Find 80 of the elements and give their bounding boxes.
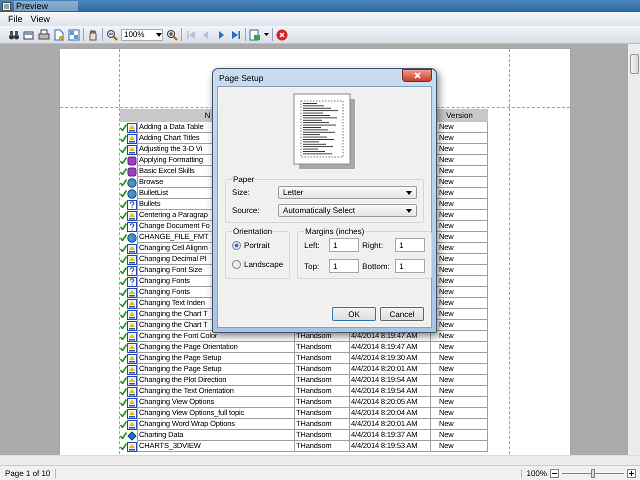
globe-icon bbox=[127, 232, 137, 242]
margin-input[interactable]: 1 bbox=[329, 259, 360, 273]
zoom-level: 100% bbox=[526, 468, 547, 478]
caret-icon bbox=[156, 32, 162, 36]
chart-icon bbox=[127, 320, 137, 330]
caret-icon[interactable] bbox=[264, 33, 269, 36]
size-dropdown[interactable]: Letter bbox=[278, 186, 417, 199]
chart-icon bbox=[127, 364, 137, 374]
export-icon[interactable] bbox=[249, 28, 261, 40]
chart-icon bbox=[127, 354, 137, 364]
chart-icon bbox=[127, 342, 137, 352]
chart-icon bbox=[127, 254, 137, 264]
group-title: Margins (inches) bbox=[304, 227, 366, 236]
globe-icon bbox=[127, 188, 137, 198]
horizontal-scrollbar[interactable] bbox=[0, 455, 640, 465]
chart-icon bbox=[127, 134, 137, 144]
radio-label[interactable]: Portrait bbox=[244, 240, 270, 250]
last-page-icon[interactable] bbox=[230, 28, 242, 40]
group-title: Paper bbox=[232, 175, 256, 184]
margin-input[interactable]: 1 bbox=[395, 259, 426, 273]
chart-icon bbox=[127, 122, 137, 132]
margin-input[interactable]: 1 bbox=[329, 238, 360, 252]
ok-button[interactable]: OK bbox=[332, 307, 376, 321]
zoom-in-icon[interactable] bbox=[166, 28, 178, 40]
close-button[interactable] bbox=[402, 69, 432, 82]
zoom-out-button[interactable] bbox=[550, 468, 559, 478]
zoom-out-icon[interactable] bbox=[106, 28, 118, 40]
chart-icon bbox=[127, 376, 137, 386]
help-icon bbox=[127, 222, 137, 232]
caret-icon bbox=[406, 208, 412, 212]
chart-icon bbox=[127, 442, 137, 452]
chart-icon bbox=[127, 420, 137, 430]
document-icon[interactable] bbox=[53, 28, 65, 40]
page-indicator: Page 1 of 10 bbox=[0, 468, 56, 478]
menu-item[interactable]: View bbox=[30, 14, 50, 24]
printer-icon[interactable] bbox=[38, 28, 50, 40]
column-header: Version bbox=[445, 111, 474, 120]
close-icon[interactable] bbox=[276, 28, 288, 40]
app-icon bbox=[2, 2, 11, 10]
column-header: N bbox=[204, 111, 212, 120]
binoculars-icon[interactable] bbox=[8, 28, 20, 40]
close-icon bbox=[414, 72, 420, 79]
chart-icon bbox=[127, 332, 137, 342]
scroll-thumb[interactable] bbox=[630, 54, 638, 74]
field-label: Right: bbox=[362, 240, 384, 250]
help-icon bbox=[127, 266, 137, 276]
radio-button[interactable] bbox=[232, 260, 241, 268]
chart-icon bbox=[127, 144, 137, 154]
zoom-in-button[interactable] bbox=[627, 468, 636, 478]
chart-icon bbox=[127, 288, 137, 298]
vertical-scrollbar[interactable] bbox=[628, 44, 640, 455]
plus-icon bbox=[629, 470, 634, 476]
help-icon bbox=[127, 276, 137, 286]
zoom-dropdown[interactable]: 100% bbox=[121, 28, 163, 40]
source-dropdown[interactable]: Automatically Select bbox=[278, 204, 417, 217]
slider-thumb[interactable] bbox=[591, 468, 595, 478]
pages-icon[interactable] bbox=[68, 28, 80, 40]
globe-icon bbox=[127, 178, 137, 188]
field-label: Left: bbox=[304, 240, 321, 250]
chart-icon bbox=[127, 244, 137, 254]
minus-icon bbox=[552, 472, 557, 474]
chart-icon bbox=[127, 398, 137, 408]
window-title: Preview bbox=[14, 1, 78, 11]
help-icon bbox=[127, 200, 137, 210]
chart-icon bbox=[127, 298, 137, 308]
chart-icon bbox=[127, 210, 137, 220]
cancel-button[interactable]: Cancel bbox=[380, 307, 424, 321]
menu-item[interactable]: File bbox=[8, 14, 23, 24]
chart-icon bbox=[127, 386, 137, 396]
chart-icon bbox=[127, 310, 137, 320]
field-label: Bottom: bbox=[362, 262, 391, 270]
caret-icon bbox=[406, 190, 412, 194]
field-label: Top: bbox=[304, 262, 320, 270]
radio-button[interactable] bbox=[232, 240, 241, 250]
field-label: Size: bbox=[232, 188, 251, 197]
dialog-title: Page Setup bbox=[218, 72, 264, 82]
chart-icon bbox=[127, 408, 137, 418]
zoom-slider[interactable] bbox=[562, 468, 624, 478]
page-setup-icon[interactable] bbox=[23, 28, 35, 40]
margin-input[interactable]: 1 bbox=[395, 238, 426, 252]
